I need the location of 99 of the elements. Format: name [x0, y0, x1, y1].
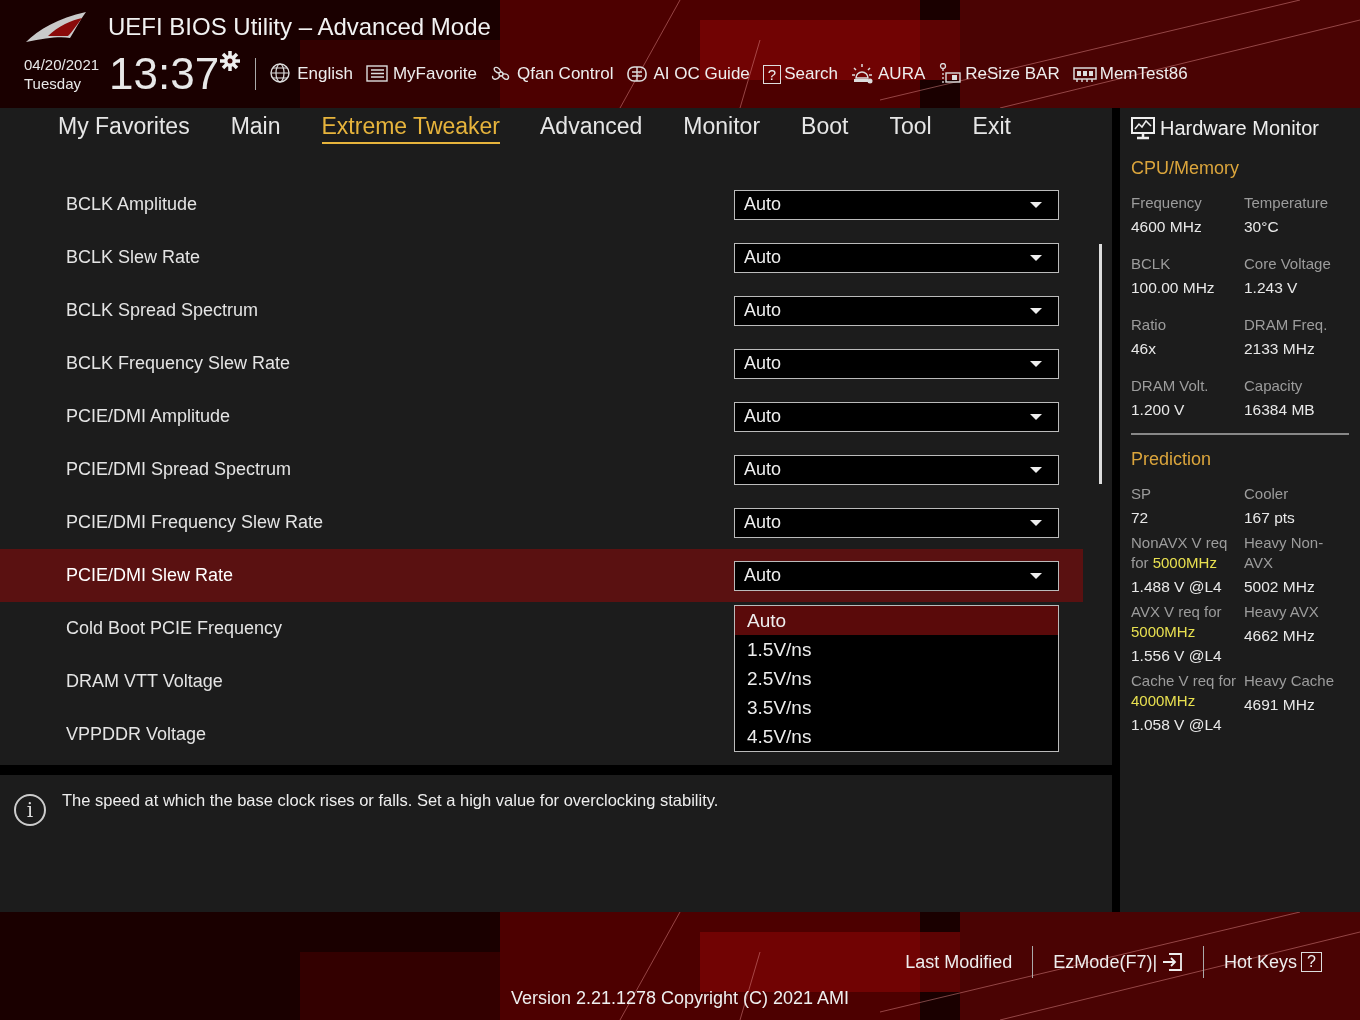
window-title: UEFI BIOS Utility – Advanced Mode — [108, 13, 491, 41]
stat-value: 1.556 V @L4 — [1131, 647, 1223, 665]
stat-value: 4691 MHz — [1244, 696, 1316, 714]
menu-tab[interactable]: Tool — [889, 112, 952, 144]
caret-icon — [1030, 360, 1042, 367]
info-icon: i — [14, 794, 46, 826]
clock: 13:37 — [109, 50, 220, 98]
settings-icon — [219, 50, 242, 72]
caret-icon — [1030, 307, 1042, 314]
stat-value: 2133 MHz — [1244, 340, 1316, 358]
dropdown[interactable]: Auto — [734, 242, 1059, 273]
stat-label: DRAM Freq. — [1244, 315, 1329, 335]
toolbar-button[interactable]: MyFavorite — [365, 63, 478, 85]
stat-label: Heavy Cache — [1244, 671, 1336, 691]
dropdown[interactable]: Auto — [734, 560, 1059, 591]
setting-label: BCLK Slew Rate — [66, 247, 202, 268]
light-icon — [851, 63, 875, 85]
stat-label: Core Voltage — [1244, 254, 1332, 274]
menu-tab[interactable]: My Favorites — [58, 112, 210, 144]
panel-title: Hardware Monitor — [1160, 116, 1319, 140]
menu-option[interactable]: 4.5V/ns — [735, 722, 1058, 751]
stat-label: Capacity — [1244, 376, 1304, 396]
toolbar-button[interactable]: MemTest86 — [1072, 63, 1188, 85]
stat-label: SP — [1131, 484, 1152, 504]
toolbar-button[interactable]: English — [270, 63, 353, 85]
dropdown[interactable]: Auto — [734, 401, 1059, 432]
caret-icon — [1030, 254, 1042, 261]
dropdown[interactable]: Auto — [734, 507, 1059, 538]
menu-tab[interactable]: Advanced — [540, 112, 663, 144]
footer-button[interactable]: Hot Keys ? — [1204, 951, 1342, 973]
menu-option[interactable]: 2.5V/ns — [735, 664, 1058, 693]
section-title: Prediction — [1131, 449, 1213, 470]
dropdown[interactable]: Auto — [734, 348, 1059, 379]
toolbar-button[interactable]: AI OC Guide — [626, 63, 750, 85]
dropdown[interactable]: Auto — [734, 454, 1059, 485]
stat-label: BCLK — [1131, 254, 1172, 274]
caret-icon — [1030, 201, 1042, 208]
stat-value: 4600 MHz — [1131, 218, 1203, 236]
setting-label: PCIE/DMI Slew Rate — [66, 565, 235, 586]
version-text: Version 2.21.1278 Copyright (C) 2021 AMI — [510, 988, 850, 1009]
setting-label: PCIE/DMI Frequency Slew Rate — [66, 512, 325, 533]
stat-label: Cooler — [1244, 484, 1290, 504]
dropdown[interactable]: Auto — [734, 189, 1059, 220]
toolbar-button[interactable]: ReSize BAR — [938, 63, 1060, 85]
section-title: CPU/Memory — [1131, 158, 1240, 179]
stat-label: Cache V req for 4000MHz — [1131, 671, 1238, 711]
setting-label: VPPDDR Voltage — [66, 724, 208, 745]
caret-icon — [1030, 413, 1042, 420]
scrollbar[interactable] — [1099, 244, 1102, 484]
weekday: Tuesday — [24, 74, 82, 93]
stat-label: Temperature — [1244, 193, 1330, 213]
caret-icon — [1030, 466, 1042, 473]
stat-label: Ratio — [1131, 315, 1168, 335]
monitor-icon — [1130, 116, 1156, 140]
stat-value: 1.243 V — [1244, 279, 1299, 297]
setting-label: BCLK Frequency Slew Rate — [66, 353, 292, 374]
stat-value: 46x — [1131, 340, 1157, 358]
stat-label: Heavy AVX — [1244, 602, 1320, 622]
list-icon — [365, 63, 390, 85]
menu-tab[interactable]: Main — [230, 112, 301, 144]
menu-option[interactable]: 1.5V/ns — [735, 635, 1058, 664]
stat-value: 5002 MHz — [1244, 578, 1316, 596]
menu-tab[interactable]: Boot — [801, 112, 869, 144]
caret-icon — [1030, 572, 1042, 579]
toolbar-button[interactable]: Qfan Control — [490, 63, 614, 85]
menu-option[interactable]: Auto — [735, 606, 1058, 635]
stat-label: AVX V req for 5000MHz — [1131, 602, 1223, 642]
stat-value: 1.488 V @L4 — [1131, 578, 1223, 596]
setting-label: BCLK Amplitude — [66, 194, 199, 215]
stat-value: 16384 MB — [1244, 401, 1316, 419]
stat-value: 4662 MHz — [1244, 627, 1316, 645]
menu-tab[interactable]: Monitor — [683, 112, 781, 144]
date: 04/20/2021 — [24, 55, 100, 74]
stat-value: 1.058 V @L4 — [1131, 716, 1223, 734]
stat-value: 167 pts — [1244, 509, 1296, 527]
menu-option[interactable]: 3.5V/ns — [735, 693, 1058, 722]
dropdown[interactable]: Auto — [734, 295, 1059, 326]
menu-tab[interactable]: Extreme Tweaker — [321, 112, 501, 144]
stat-label: DRAM Volt. — [1131, 376, 1210, 396]
setting-label: PCIE/DMI Amplitude — [66, 406, 232, 427]
setting-label: DRAM VTT Voltage — [66, 671, 224, 692]
toolbar-button[interactable]: AURA — [851, 63, 926, 85]
stat-label: Heavy Non-AVX — [1244, 533, 1325, 573]
card-icon — [938, 63, 963, 85]
stat-value: 30°C — [1244, 218, 1280, 236]
toolbar-button[interactable]: ? Search — [762, 64, 838, 84]
stat-label: NonAVX V req for 5000MHz — [1131, 533, 1229, 573]
footer-button[interactable]: Last Modified — [885, 951, 1033, 973]
setting-label: Cold Boot PCIE Frequency — [66, 618, 284, 639]
setting-label: BCLK Spread Spectrum — [66, 300, 260, 321]
stat-value: 100.00 MHz — [1131, 279, 1216, 297]
caret-icon — [1030, 519, 1042, 526]
stat-value: 1.200 V — [1131, 401, 1186, 419]
menu-tab[interactable]: Exit — [972, 112, 1031, 144]
setting-label: PCIE/DMI Spread Spectrum — [66, 459, 293, 480]
help-text: The speed at which the base clock rises or falls. Set a high value for overclocking stability. — [62, 791, 719, 810]
stat-value: 72 — [1131, 509, 1150, 527]
footer-button[interactable]: EzMode(F7)| — [1033, 951, 1204, 973]
stat-label: Frequency — [1131, 193, 1203, 213]
